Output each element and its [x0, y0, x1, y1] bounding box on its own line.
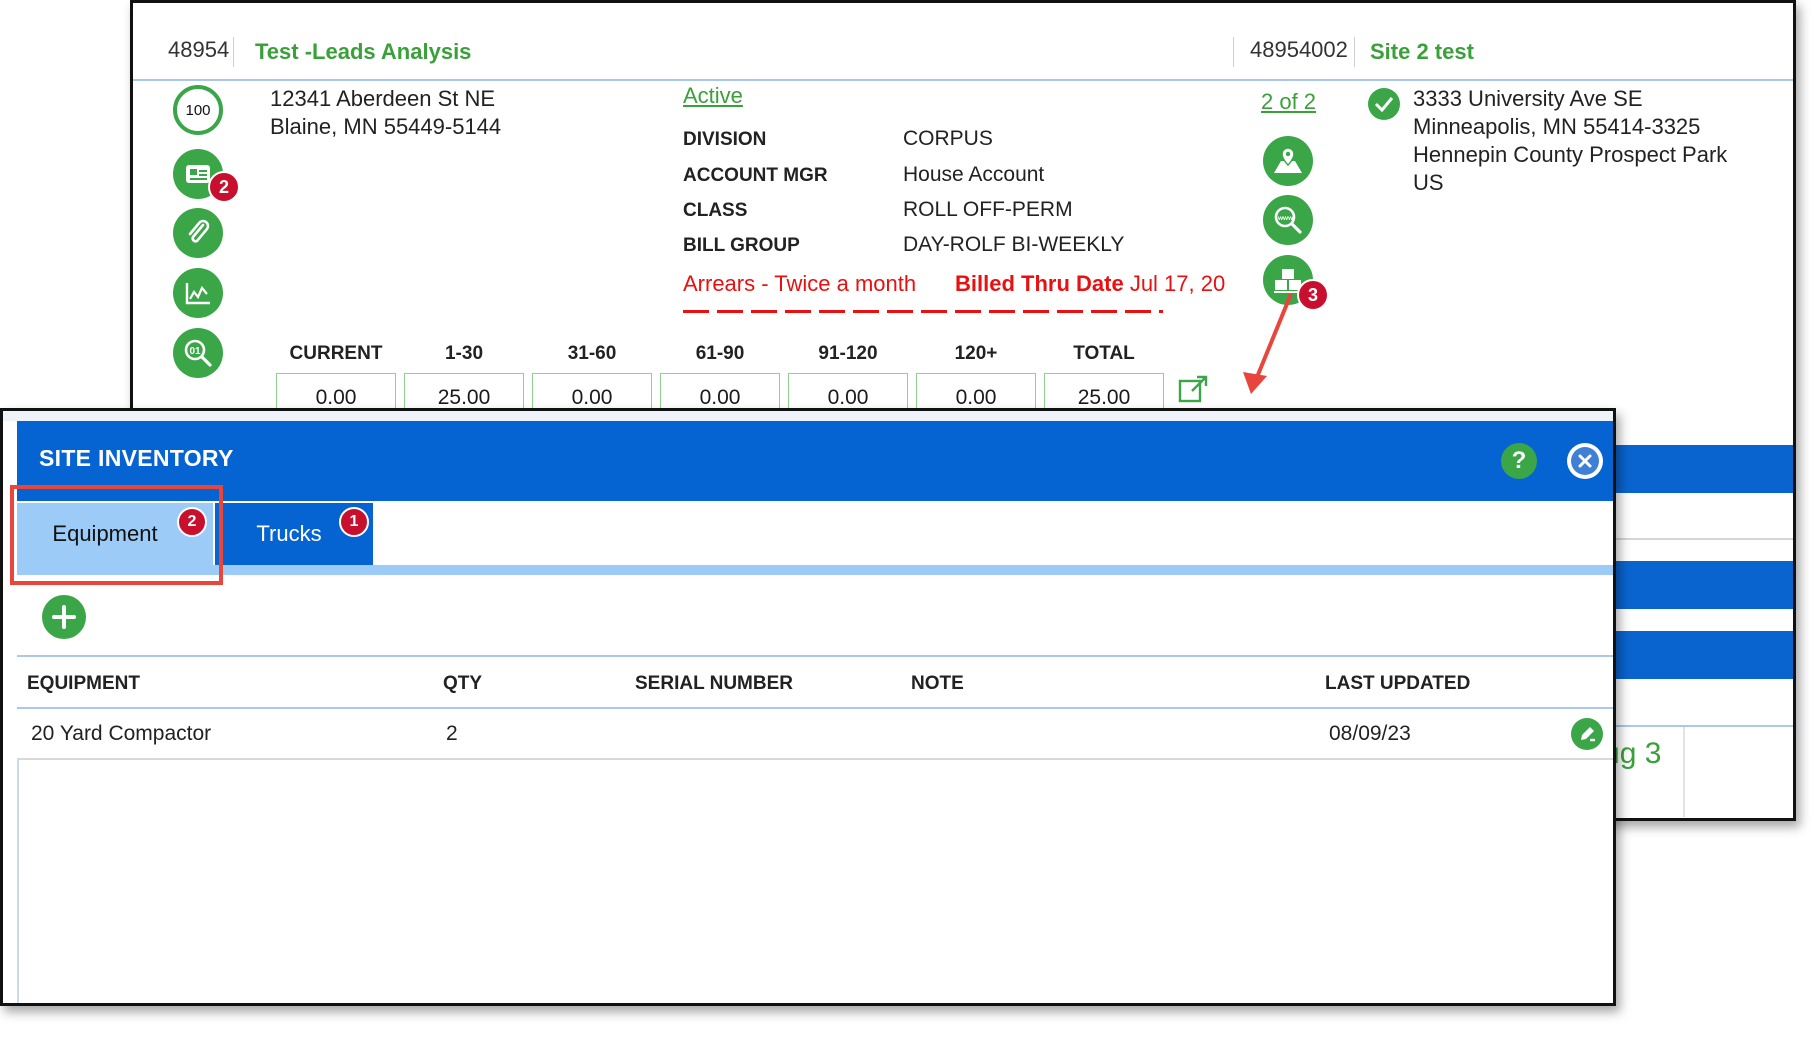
column-header-equipment[interactable]: EQUIPMENT	[27, 673, 140, 695]
modal-title: SITE INVENTORY	[39, 445, 234, 471]
map-location-icon[interactable]	[1263, 136, 1313, 186]
cell-equipment: 20 Yard Compactor	[31, 722, 212, 745]
aging-values: 0.00 25.00 0.00 0.00 0.00 0.00 25.00	[276, 373, 1164, 413]
detail-label-division: DIVISION	[683, 129, 767, 150]
score-value: 100	[185, 101, 211, 119]
cell-qty: 2	[446, 722, 458, 745]
header-divider	[1233, 37, 1234, 67]
plus-icon	[52, 605, 76, 629]
column-header-last-updated[interactable]: LAST UPDATED	[1325, 673, 1470, 695]
aging-header: 91-120	[818, 343, 878, 364]
close-icon	[1571, 447, 1599, 475]
aging-header: TOTAL	[1073, 343, 1135, 364]
external-link-icon[interactable]	[1178, 375, 1210, 408]
background-divider	[1613, 538, 1793, 540]
contacts-count-badge: 2	[208, 171, 240, 203]
annotation-highlight-box	[10, 485, 223, 585]
close-button[interactable]	[1567, 443, 1603, 479]
aging-value: 0.00	[276, 373, 396, 413]
detail-value-account-mgr: House Account	[903, 163, 1045, 186]
header-divider	[1354, 37, 1355, 67]
header-divider	[233, 37, 234, 67]
aging-header: 120+	[954, 343, 998, 364]
background-date-text: Aug 3	[1613, 737, 1662, 770]
help-button[interactable]: ?	[1501, 443, 1537, 479]
detail-label-class: CLASS	[683, 200, 748, 221]
svg-text:01: 01	[190, 346, 202, 357]
aging-header: CURRENT	[289, 343, 383, 364]
detail-label-bill-group: BILL GROUP	[683, 235, 800, 256]
billed-thru-label: Billed Thru Date	[955, 271, 1124, 296]
web-search-icon[interactable]: www	[1263, 195, 1313, 245]
detail-label-account-mgr: ACCOUNT MGR	[683, 165, 828, 186]
site-address-line1: 3333 University Ave SE	[1413, 86, 1643, 111]
billing-frequency: Arrears - Twice a month	[683, 271, 917, 296]
binary-search-icon[interactable]: 01	[173, 328, 223, 378]
score-icon[interactable]: 100	[173, 85, 223, 135]
detail-value-bill-group: DAY-ROLF BI-WEEKLY	[903, 233, 1125, 256]
aging-header: 61-90	[695, 343, 745, 364]
billed-thru-value: Jul 17, 20	[1129, 271, 1226, 296]
aging-value: 0.00	[660, 373, 780, 413]
site-address-line3: Hennepin County Prospect Park	[1413, 142, 1728, 167]
aging-header: 31-60	[567, 343, 617, 364]
account-number: 48954	[168, 37, 230, 62]
column-header-serial-number[interactable]: SERIAL NUMBER	[635, 673, 793, 695]
site-address-line2: Minneapolis, MN 55414-3325	[1413, 114, 1701, 139]
aging-value: 0.00	[916, 373, 1036, 413]
table-row[interactable]: 20 Yard Compactor 2 08/09/23	[17, 709, 1613, 759]
clipped-text-line	[683, 307, 1303, 313]
account-name[interactable]: Test -Leads Analysis	[255, 39, 471, 65]
aging-headers: CURRENT 1-30 31-60 61-90 91-120 120+ TOT…	[276, 343, 1164, 365]
annotation-arrow	[1243, 293, 1293, 394]
site-pager-link[interactable]: 2 of 2	[1261, 89, 1316, 115]
verified-check-icon	[1368, 88, 1400, 120]
detail-value-division: CORPUS	[903, 127, 993, 150]
account-address-line1: 12341 Aberdeen St NE	[270, 86, 496, 111]
aging-value: 0.00	[788, 373, 908, 413]
background-date-cell: Aug 3	[1613, 727, 1803, 817]
edit-row-button[interactable]	[1571, 718, 1603, 750]
cell-last-updated: 08/09/23	[1329, 722, 1411, 745]
modal-top-strip	[3, 411, 1613, 421]
site-number: 48954002	[1250, 37, 1348, 62]
svg-text:www: www	[1277, 215, 1294, 222]
header-underline	[133, 79, 1793, 81]
edit-pencil-icon	[1581, 727, 1595, 742]
tab-underline	[17, 565, 1613, 575]
background-section-header	[1613, 445, 1793, 493]
background-section-header	[1613, 631, 1793, 679]
tab-trucks-label: Trucks	[256, 521, 322, 546]
aging-header: 1-30	[444, 343, 484, 364]
background-section-header	[1613, 561, 1793, 609]
aging-value: 25.00	[404, 373, 524, 413]
tab-trucks-count-badge: 1	[339, 507, 369, 537]
site-country: US	[1413, 170, 1444, 195]
modal-left-edge	[17, 760, 19, 1003]
billed-thru: Billed Thru Date Jul 17, 20	[955, 271, 1225, 297]
account-status-link[interactable]: Active	[683, 83, 743, 109]
detail-value-class: ROLL OFF-PERM	[903, 198, 1073, 221]
add-equipment-button[interactable]	[42, 595, 86, 639]
site-name[interactable]: Site 2 test	[1370, 39, 1474, 65]
column-header-qty[interactable]: QTY	[443, 673, 482, 695]
aging-value: 25.00	[1044, 373, 1164, 413]
aging-value: 0.00	[532, 373, 652, 413]
account-address-line2: Blaine, MN 55449-5144	[270, 114, 502, 139]
analytics-chart-icon[interactable]	[173, 268, 223, 318]
site-inventory-modal: SITE INVENTORY ? Equipment 2 Trucks 1 EQ…	[0, 408, 1616, 1006]
attachment-icon[interactable]	[173, 208, 223, 258]
table-row-border	[17, 758, 1613, 760]
table-top-border	[17, 655, 1613, 657]
column-header-note[interactable]: NOTE	[911, 673, 964, 695]
modal-title-bar: SITE INVENTORY ?	[17, 421, 1613, 501]
